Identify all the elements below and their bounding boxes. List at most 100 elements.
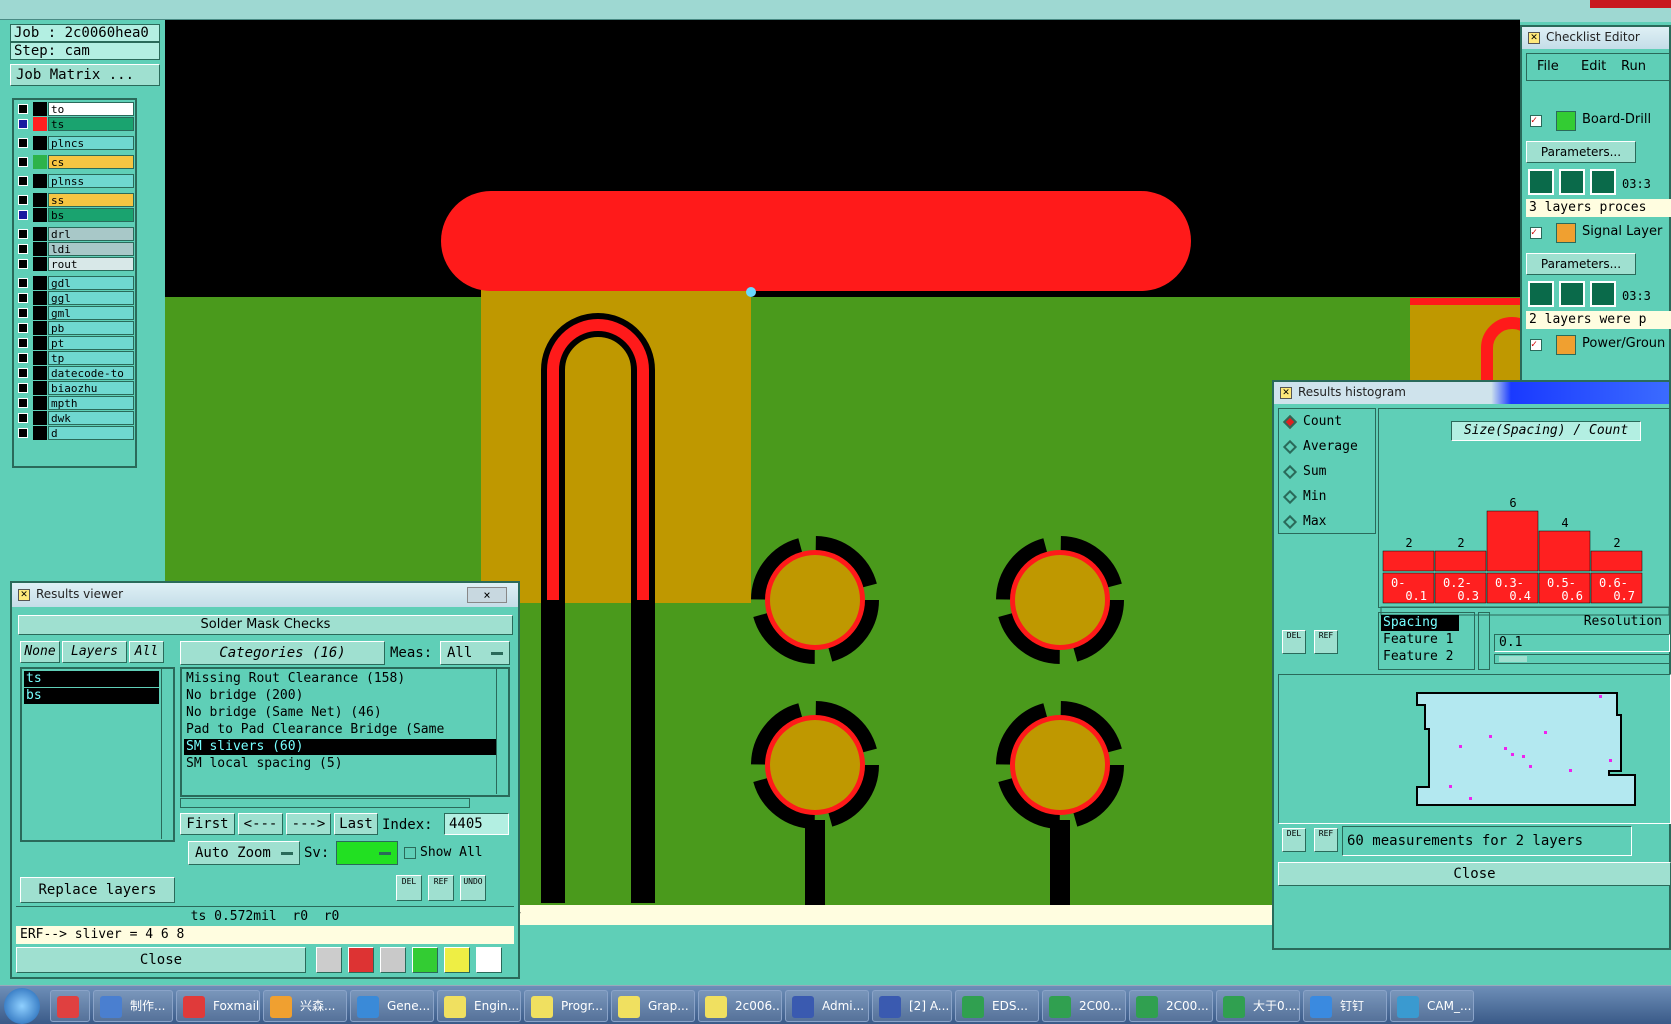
layer-checkbox[interactable] — [18, 157, 28, 167]
layer-row[interactable]: bs — [16, 208, 134, 222]
run-icon[interactable] — [1559, 281, 1585, 307]
check-item-name[interactable]: Power/Groun — [1582, 336, 1665, 351]
mode-label[interactable]: Count — [1303, 413, 1342, 431]
layer-row[interactable]: pb — [16, 321, 134, 335]
layer-name[interactable]: ldi — [48, 242, 134, 256]
vertical-scrollbar[interactable] — [496, 669, 508, 794]
layers-button[interactable]: Layers — [62, 641, 127, 663]
mode-label[interactable]: Min — [1303, 488, 1326, 506]
chart-tool-icon[interactable] — [476, 947, 502, 973]
taskbar-item[interactable]: Progr... — [524, 990, 608, 1022]
layer-name[interactable]: dwk — [48, 411, 134, 425]
undo-button[interactable]: UNDO — [460, 875, 486, 901]
run-icon[interactable] — [1590, 169, 1616, 195]
taskbar-item[interactable]: 2c006... — [698, 990, 782, 1022]
tool-icon-2[interactable] — [348, 947, 374, 973]
tool-icon-1[interactable] — [316, 947, 342, 973]
hist-close-button[interactable]: Close — [1278, 862, 1671, 886]
category-item[interactable]: SM local spacing (5) — [184, 756, 497, 772]
layer-name[interactable]: rout — [48, 257, 134, 271]
layer-row[interactable]: gml — [16, 306, 134, 320]
layer-name[interactable]: mpth — [48, 396, 134, 410]
taskbar-item[interactable] — [50, 990, 90, 1022]
taskbar-item[interactable]: 兴森... — [263, 990, 347, 1022]
layer-name[interactable]: gml — [48, 306, 134, 320]
layer-row[interactable]: ts — [16, 117, 134, 131]
layer-row[interactable]: plncs — [16, 136, 134, 150]
layer-row[interactable]: tp — [16, 351, 134, 365]
taskbar-item[interactable]: Admi... — [785, 990, 869, 1022]
category-item[interactable]: No bridge (200) — [184, 688, 497, 704]
result-layer-item[interactable]: bs — [24, 688, 159, 704]
last-button[interactable]: Last — [334, 813, 378, 835]
layer-name[interactable]: biaozhu — [48, 381, 134, 395]
replace-layers-select[interactable]: Replace layers — [20, 877, 175, 903]
parameters-button[interactable]: Parameters... — [1526, 253, 1636, 275]
taskbar-item[interactable]: EDS... — [955, 990, 1039, 1022]
layer-checkbox[interactable] — [18, 293, 28, 303]
category-item[interactable]: SM slivers (60) — [184, 739, 497, 755]
check-item-checkbox[interactable]: ✓ — [1530, 115, 1542, 127]
layer-name[interactable]: datecode-to — [48, 366, 134, 380]
check-item-checkbox[interactable]: ✓ — [1530, 227, 1542, 239]
taskbar-item[interactable]: 2C00... — [1042, 990, 1126, 1022]
ref-button[interactable]: REF — [428, 875, 454, 901]
auto-zoom-select[interactable]: Auto Zoom — [188, 841, 300, 865]
vertical-scrollbar[interactable] — [161, 669, 173, 839]
next-button[interactable]: ---> — [286, 813, 331, 835]
taskbar-item[interactable]: Engin... — [437, 990, 521, 1022]
none-button[interactable]: None — [20, 641, 60, 663]
layer-row[interactable]: gdl — [16, 276, 134, 290]
mode-radio[interactable] — [1282, 439, 1298, 455]
layer-checkbox[interactable] — [18, 323, 28, 333]
parameters-button[interactable]: Parameters... — [1526, 141, 1636, 163]
layer-checkbox[interactable] — [18, 119, 28, 129]
layer-checkbox[interactable] — [18, 398, 28, 408]
tool-icon-5[interactable] — [444, 947, 470, 973]
run-icon[interactable] — [1559, 169, 1585, 195]
all-button[interactable]: All — [129, 641, 164, 663]
mode-radio[interactable] — [1282, 414, 1298, 430]
tool-icon-4[interactable] — [412, 947, 438, 973]
layer-row[interactable]: ggl — [16, 291, 134, 305]
preview-ref-button[interactable]: REF — [1314, 828, 1338, 852]
layer-name[interactable]: drl — [48, 227, 134, 241]
layer-checkbox[interactable] — [18, 338, 28, 348]
layer-checkbox[interactable] — [18, 278, 28, 288]
layer-checkbox[interactable] — [18, 210, 28, 220]
spacing-item[interactable]: Spacing — [1381, 615, 1459, 631]
layer-name[interactable]: d — [48, 426, 134, 440]
layer-row[interactable]: ss — [16, 193, 134, 207]
layer-checkbox[interactable] — [18, 104, 28, 114]
layer-row[interactable]: ldi — [16, 242, 134, 256]
hist-ref-button[interactable]: REF — [1314, 630, 1338, 654]
mode-radio[interactable] — [1282, 489, 1298, 505]
layer-name[interactable]: tp — [48, 351, 134, 365]
result-layer-item[interactable]: ts — [24, 671, 159, 687]
close-x-button[interactable]: × — [467, 587, 507, 603]
check-item-name[interactable]: Board-Drill — [1582, 112, 1651, 127]
layer-name[interactable]: gdl — [48, 276, 134, 290]
layer-checkbox[interactable] — [18, 195, 28, 205]
menu-file[interactable]: File — [1537, 54, 1559, 80]
mode-radio[interactable] — [1282, 514, 1298, 530]
taskbar-item[interactable]: Foxmail — [176, 990, 260, 1022]
taskbar-item[interactable]: 钉钉 — [1303, 990, 1387, 1022]
layer-checkbox[interactable] — [18, 229, 28, 239]
mode-label[interactable]: Max — [1303, 513, 1326, 531]
layer-row[interactable]: to — [16, 102, 134, 116]
mode-label[interactable]: Sum — [1303, 463, 1326, 481]
taskbar-item[interactable]: 2C00... — [1129, 990, 1213, 1022]
layer-name[interactable]: pb — [48, 321, 134, 335]
index-input[interactable]: 4405 — [444, 813, 509, 835]
layer-row[interactable]: dwk — [16, 411, 134, 425]
taskbar-item[interactable]: Gene... — [350, 990, 434, 1022]
layer-name[interactable]: to — [48, 102, 134, 116]
layer-checkbox[interactable] — [18, 308, 28, 318]
layer-name[interactable]: plnss — [48, 174, 134, 188]
layer-name[interactable]: pt — [48, 336, 134, 350]
layer-name[interactable]: bs — [48, 208, 134, 222]
layer-row[interactable]: drl — [16, 227, 134, 241]
layer-row[interactable]: mpth — [16, 396, 134, 410]
layer-name[interactable]: plncs — [48, 136, 134, 150]
